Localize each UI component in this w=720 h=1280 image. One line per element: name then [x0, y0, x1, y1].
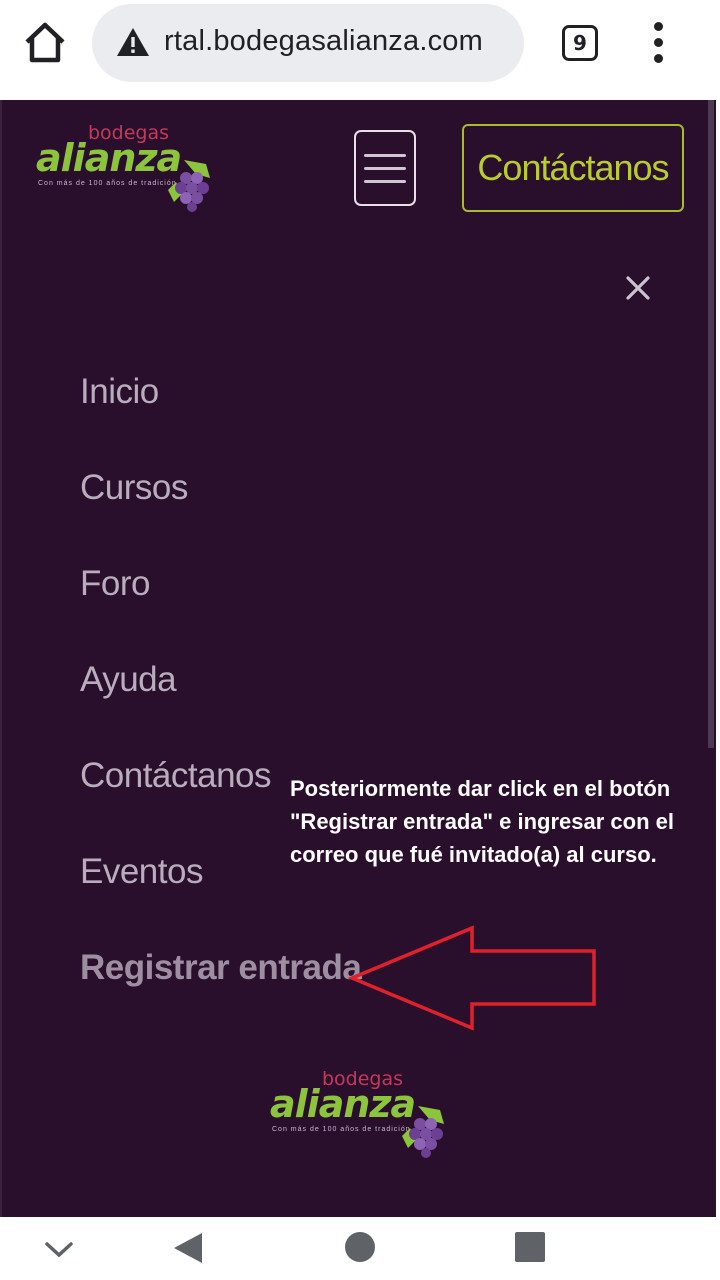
footer-logo-big-text: alianza: [270, 1082, 416, 1126]
scrollbar[interactable]: [708, 100, 714, 748]
menu-item-cursos[interactable]: Cursos: [80, 468, 188, 508]
annotation-arrow-icon: [348, 925, 596, 1031]
annotation-text: Posteriormente dar click en el botón "Re…: [290, 776, 675, 867]
footer-logo[interactable]: bodegas alianza Con más de 100 años de t…: [268, 1068, 454, 1162]
menu-item-ayuda[interactable]: Ayuda: [80, 660, 177, 700]
tab-switcher-icon[interactable]: 9: [562, 25, 598, 61]
more-options-icon[interactable]: [646, 22, 674, 64]
grapes-icon: [168, 160, 210, 212]
footer-logo-tagline: Con más de 100 años de tradición: [272, 1126, 411, 1133]
menu-item-inicio[interactable]: Inicio: [80, 372, 159, 412]
warning-icon[interactable]: [116, 26, 150, 58]
recents-icon[interactable]: [514, 1231, 546, 1268]
logo-tagline: Con más de 100 años de tradición: [38, 180, 177, 187]
menu-item-foro[interactable]: Foro: [80, 564, 150, 604]
site-logo[interactable]: bodegas alianza Con más de 100 años de t…: [34, 122, 220, 216]
back-icon[interactable]: [172, 1231, 204, 1270]
home-circle-icon[interactable]: [344, 1231, 376, 1268]
menu-item-contactanos[interactable]: Contáctanos: [80, 756, 272, 796]
close-icon[interactable]: [622, 272, 654, 304]
site-menu-overlay: bodegas alianza Con más de 100 años de t…: [0, 100, 716, 1217]
menu-toggle-button[interactable]: [354, 130, 416, 206]
system-navigation-bar: [0, 1217, 720, 1280]
footer-grapes-icon: [402, 1106, 444, 1158]
menu-item-eventos[interactable]: Eventos: [80, 852, 203, 892]
contact-button[interactable]: Contáctanos: [462, 124, 684, 212]
collapse-icon[interactable]: [44, 1241, 74, 1264]
menu-item-registrar-entrada[interactable]: Registrar entrada: [80, 948, 362, 988]
home-icon[interactable]: [22, 20, 68, 66]
url-text: rtal.bodegasalianza.com: [164, 25, 483, 57]
logo-big-text: alianza: [36, 136, 182, 180]
browser-toolbar: rtal.bodegasalianza.com 9: [0, 0, 720, 100]
address-bar[interactable]: rtal.bodegasalianza.com: [92, 4, 524, 82]
